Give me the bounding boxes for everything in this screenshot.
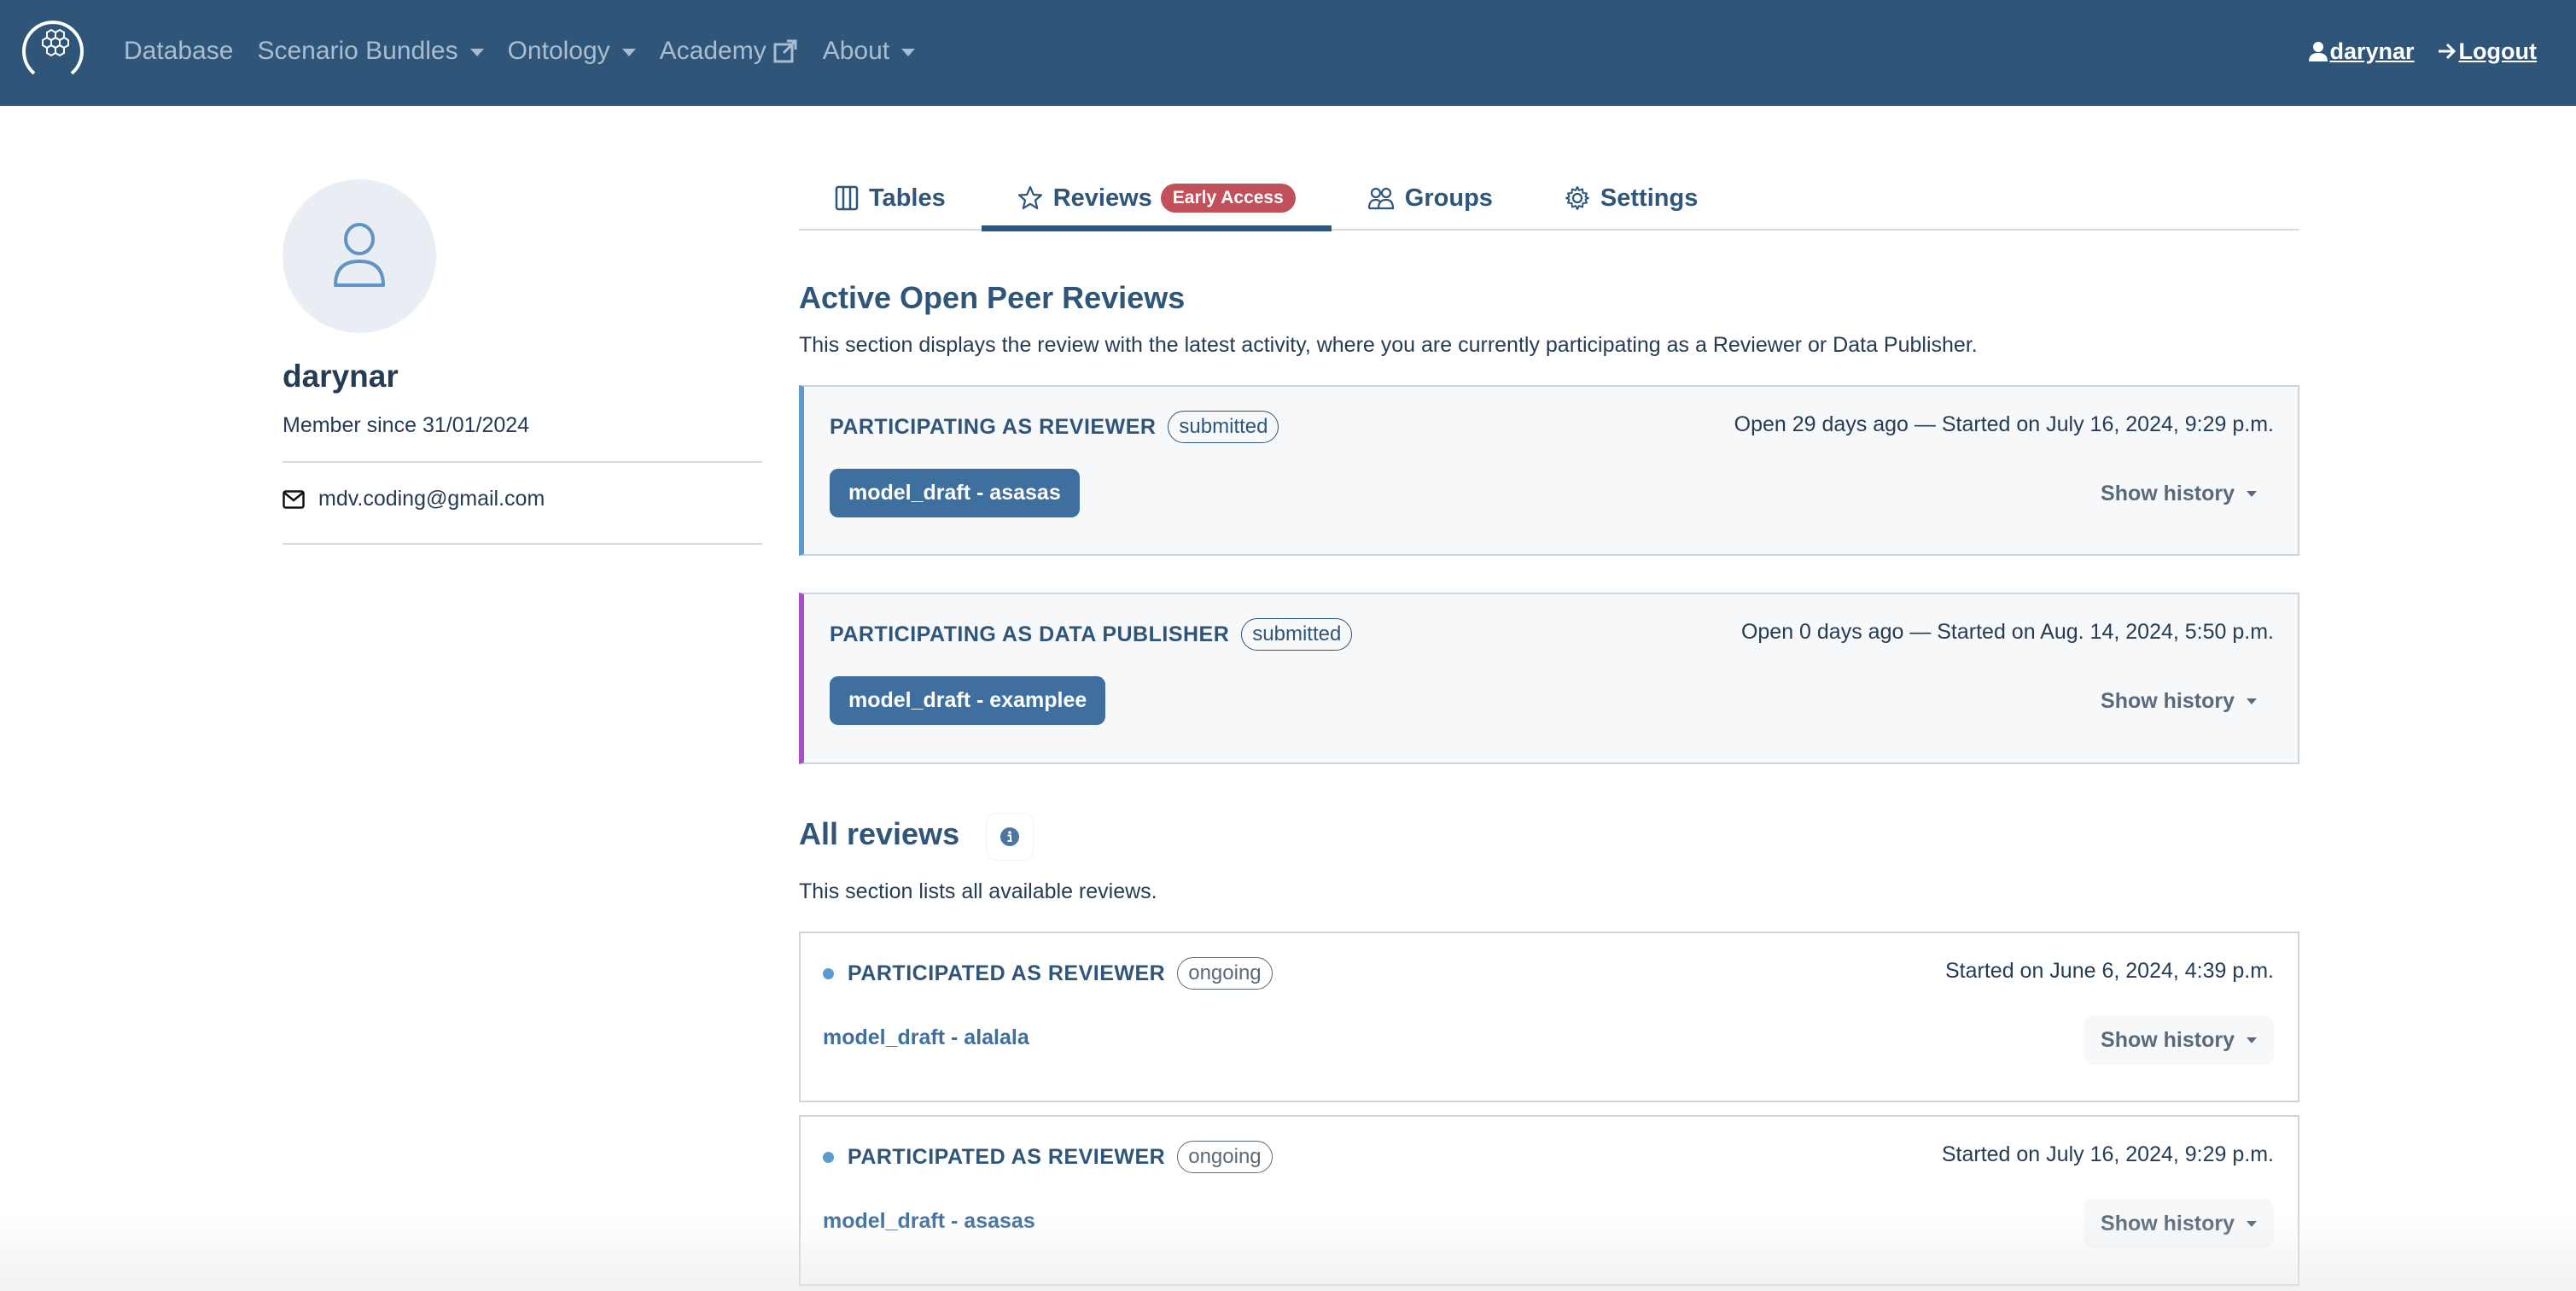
- divider: [283, 461, 762, 463]
- nav-database[interactable]: Database: [124, 37, 233, 66]
- nav-academy[interactable]: Academy: [660, 37, 799, 66]
- gear-icon: [1565, 186, 1589, 210]
- caret-down-icon: [2247, 698, 2257, 704]
- model-link[interactable]: model_draft - asasas: [823, 1209, 1035, 1234]
- all-reviews-title: All reviews: [799, 816, 960, 851]
- model-link[interactable]: model_draft - alalala: [823, 1025, 1029, 1050]
- nav-ontology[interactable]: Ontology: [508, 37, 636, 66]
- info-icon: [1000, 827, 1019, 846]
- caret-down-icon: [2247, 1220, 2257, 1227]
- show-history-label: Show history: [2101, 688, 2235, 713]
- review-role-label: PARTICIPATING AS DATA PUBLISHER: [830, 622, 1230, 646]
- avatar: [283, 179, 436, 333]
- nav-academy-label: Academy: [659, 37, 766, 65]
- review-role-label: PARTICIPATING AS REVIEWER: [830, 414, 1157, 439]
- caret-down-icon: [901, 48, 916, 56]
- active-review-card: PARTICIPATING AS REVIEWER submitted Open…: [799, 385, 2299, 556]
- profile-tabs: Tables Reviews Early Access Groups Setti…: [799, 167, 2299, 231]
- tab-reviews[interactable]: Reviews Early Access: [981, 167, 1332, 231]
- tab-reviews-label: Reviews: [1052, 184, 1152, 212]
- review-role: PARTICIPATED AS REVIEWER ongoing: [823, 1141, 1273, 1173]
- review-date: Started on June 6, 2024, 4:39 p.m.: [1945, 959, 2274, 983]
- nav-scenario-bundles[interactable]: Scenario Bundles: [257, 37, 484, 66]
- tab-settings[interactable]: Settings: [1529, 167, 1734, 229]
- model-button[interactable]: model_draft - asasas: [830, 469, 1080, 517]
- nav-about-label: About: [822, 37, 890, 65]
- show-history-button[interactable]: Show history: [2084, 469, 2274, 518]
- user-outline-icon: [334, 223, 385, 287]
- caret-down-icon: [469, 48, 484, 56]
- status-dot-icon: [823, 967, 834, 979]
- review-list-item: PARTICIPATED AS REVIEWER ongoing Started…: [799, 932, 2299, 1102]
- active-reviews-title: Active Open Peer Reviews: [799, 280, 1186, 315]
- nav-database-label: Database: [124, 37, 234, 65]
- all-reviews-description: This section lists all available reviews…: [799, 879, 1157, 903]
- status-badge: submitted: [1168, 411, 1279, 443]
- review-date: Open 0 days ago — Started on Aug. 14, 20…: [1740, 620, 2274, 644]
- show-history-button[interactable]: Show history: [2084, 1199, 2274, 1248]
- member-since: Member since 31/01/2024: [283, 413, 530, 437]
- envelope-icon: [283, 489, 305, 509]
- review-role-label: PARTICIPATED AS REVIEWER: [848, 1144, 1166, 1169]
- external-link-icon: [773, 39, 797, 63]
- divider: [283, 543, 762, 545]
- show-history-label: Show history: [2101, 1027, 2235, 1052]
- star-icon: [1017, 185, 1042, 210]
- info-button[interactable]: [986, 813, 1034, 861]
- caret-down-icon: [2247, 490, 2257, 497]
- status-badge: ongoing: [1177, 1141, 1273, 1173]
- nav-about[interactable]: About: [822, 37, 916, 66]
- review-role: PARTICIPATING AS DATA PUBLISHER submitte…: [830, 618, 1353, 651]
- review-role: PARTICIPATING AS REVIEWER submitted: [830, 411, 1279, 443]
- profile-email: mdv.coding@gmail.com: [318, 487, 545, 511]
- model-button[interactable]: model_draft - examplee: [830, 676, 1106, 725]
- user-icon: [2309, 42, 2328, 61]
- caret-down-icon: [621, 48, 636, 56]
- logout-label: Logout: [2458, 38, 2537, 64]
- nav-ontology-label: Ontology: [507, 37, 610, 65]
- review-date: Open 29 days ago — Started on July 16, 2…: [1734, 412, 2274, 436]
- user-profile-link[interactable]: darynar: [2309, 38, 2415, 65]
- tab-tables-label: Tables: [869, 184, 946, 212]
- arrow-right-icon: [2438, 43, 2456, 60]
- tab-groups-label: Groups: [1404, 184, 1493, 212]
- active-reviews-description: This section displays the review with th…: [799, 333, 1978, 357]
- review-role-label: PARTICIPATED AS REVIEWER: [848, 961, 1166, 985]
- user-link-label: darynar: [2329, 38, 2415, 64]
- show-history-label: Show history: [2101, 1211, 2235, 1236]
- show-history-button[interactable]: Show history: [2084, 676, 2274, 726]
- top-navbar: Database Scenario Bundles Ontology Acade…: [0, 0, 2576, 106]
- tab-tables[interactable]: Tables: [799, 167, 982, 229]
- logout-link[interactable]: Logout: [2437, 38, 2537, 65]
- tab-settings-label: Settings: [1600, 184, 1699, 212]
- review-date: Started on July 16, 2024, 9:29 p.m.: [1941, 1142, 2274, 1166]
- hexagon-cluster-logo[interactable]: [19, 15, 87, 84]
- caret-down-icon: [2247, 1037, 2257, 1043]
- people-icon: [1367, 187, 1394, 210]
- review-list-item: PARTICIPATED AS REVIEWER ongoing Started…: [799, 1115, 2299, 1286]
- tab-groups[interactable]: Groups: [1332, 167, 1529, 229]
- table-columns-icon: [835, 185, 859, 211]
- active-review-card: PARTICIPATING AS DATA PUBLISHER submitte…: [799, 593, 2299, 764]
- nav-scenario-bundles-label: Scenario Bundles: [257, 37, 458, 65]
- status-badge: ongoing: [1177, 957, 1273, 990]
- status-badge: submitted: [1241, 618, 1353, 651]
- status-dot-icon: [823, 1151, 834, 1163]
- show-history-label: Show history: [2101, 481, 2235, 505]
- early-access-badge: Early Access: [1160, 184, 1296, 213]
- email-row: mdv.coding@gmail.com: [283, 487, 545, 511]
- show-history-button[interactable]: Show history: [2084, 1015, 2274, 1065]
- review-role: PARTICIPATED AS REVIEWER ongoing: [823, 957, 1273, 990]
- profile-username: darynar: [283, 359, 399, 394]
